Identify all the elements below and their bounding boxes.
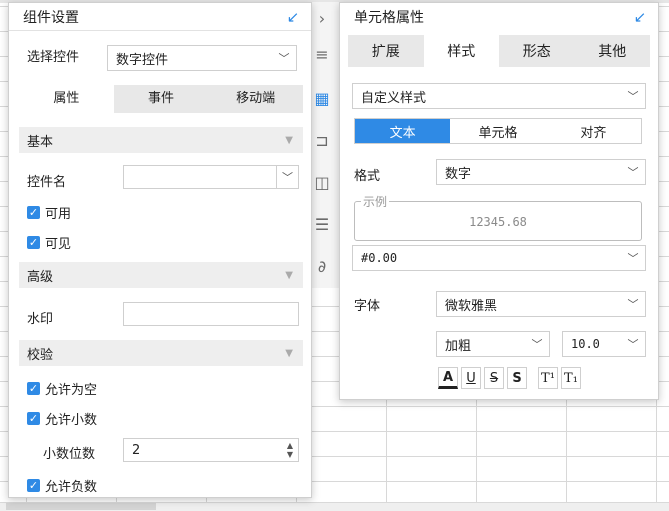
chevron-down-icon: ﹀ xyxy=(531,338,543,351)
superscript-button[interactable]: T¹ xyxy=(538,367,558,389)
check-allow-decimal[interactable]: ✓ 允许小数 xyxy=(27,409,97,428)
link-icon[interactable]: ∂ xyxy=(311,256,333,278)
widget-settings-title: 组件设置 xyxy=(23,9,79,26)
collapse-arrow-icon[interactable]: › xyxy=(311,8,333,30)
collapse-icon[interactable]: ↙ xyxy=(632,9,648,25)
chevron-down-icon: ﹀ xyxy=(627,338,639,351)
tab-mobile[interactable]: 移动端 xyxy=(208,85,303,113)
segment-text[interactable]: 文本 xyxy=(355,119,451,143)
font-size-select[interactable]: 10.0 ﹀ xyxy=(562,331,646,357)
select-widget-label: 选择控件 xyxy=(27,50,80,65)
strikethrough-button[interactable]: S xyxy=(484,367,504,389)
cell-properties-title: 单元格属性 xyxy=(354,10,424,26)
checkbox-checked-icon[interactable]: ✓ xyxy=(27,206,40,219)
check-allow-negative[interactable]: ✓ 允许负数 xyxy=(27,476,97,495)
border-icon[interactable]: ⊐ xyxy=(311,130,333,152)
decimal-places-input[interactable]: 2 ▲ ▼ xyxy=(123,438,299,462)
check-allow-empty-label: 允许为空 xyxy=(45,383,98,398)
cell-tabs: 扩展 样式 形态 其他 xyxy=(348,35,650,67)
expand-triangle-icon: ▼ xyxy=(285,347,293,359)
spinner-icon[interactable]: ▲ ▼ xyxy=(282,439,298,461)
watermark-input[interactable] xyxy=(123,302,299,326)
underline-button[interactable]: U xyxy=(461,367,481,389)
expand-triangle-icon: ▼ xyxy=(285,269,293,281)
format-select-value: 数字 xyxy=(445,166,472,182)
example-legend: 示例 xyxy=(361,193,390,210)
format-label: 格式 xyxy=(354,169,381,184)
check-allow-negative-label: 允许负数 xyxy=(45,480,98,495)
section-basic[interactable]: 基本 ▼ xyxy=(19,127,303,153)
tab-shape[interactable]: 形态 xyxy=(499,35,575,67)
checkbox-checked-icon[interactable]: ✓ xyxy=(27,382,40,395)
shadow-button[interactable]: S xyxy=(507,367,527,389)
designer-stage: › ≡ ▦ ⊐ ◫ ☰ ∂ 组件设置 ↙ 选择控件 数字控件 ﹀ 属性 事件 移… xyxy=(0,0,669,511)
section-basic-title: 基本 xyxy=(27,134,54,150)
pattern-select-value: #0.00 xyxy=(361,251,398,265)
check-allow-decimal-label: 允许小数 xyxy=(45,413,98,428)
chevron-down-icon: ﹀ xyxy=(278,52,290,65)
decimal-places-label: 小数位数 xyxy=(43,447,96,462)
font-size-value: 10.0 xyxy=(571,337,600,351)
list-icon[interactable]: ☰ xyxy=(311,214,333,236)
format-select[interactable]: 数字 ﹀ xyxy=(436,159,646,185)
segment-cell[interactable]: 单元格 xyxy=(450,119,546,143)
style-select[interactable]: 自定义样式 ﹀ xyxy=(352,83,646,109)
expand-triangle-icon: ▼ xyxy=(285,134,293,146)
chevron-down-icon: ﹀ xyxy=(627,252,639,265)
widget-name-label: 控件名 xyxy=(27,175,67,190)
chevron-down-icon[interactable]: ﹀ xyxy=(276,166,298,188)
horizontal-scrollbar-thumb[interactable] xyxy=(6,503,156,510)
font-select-value: 微软雅黑 xyxy=(445,298,498,314)
check-enabled[interactable]: ✓ 可用 xyxy=(27,203,71,222)
tab-style[interactable]: 样式 xyxy=(423,35,499,67)
chevron-down-icon: ﹀ xyxy=(627,166,639,179)
frame-icon[interactable]: ◫ xyxy=(311,172,333,194)
tab-other[interactable]: 其他 xyxy=(575,35,651,67)
checkbox-checked-icon[interactable]: ✓ xyxy=(27,236,40,249)
style-segments: 文本 单元格 对齐 xyxy=(354,118,642,144)
cell-properties-panel: 单元格属性 ↙ 扩展 样式 形态 其他 自定义样式 ﹀ 文本 单元格 对齐 格式… xyxy=(339,2,659,400)
tab-expand[interactable]: 扩展 xyxy=(348,35,424,67)
tab-properties[interactable]: 属性 xyxy=(19,85,114,113)
font-weight-select[interactable]: 加粗 ﹀ xyxy=(436,331,550,357)
select-widget-value: 数字控件 xyxy=(116,52,169,68)
chevron-down-icon: ﹀ xyxy=(627,90,639,103)
segment-align[interactable]: 对齐 xyxy=(545,119,641,143)
layout-icon[interactable]: ≡ xyxy=(311,44,333,66)
font-select[interactable]: 微软雅黑 ﹀ xyxy=(436,291,646,317)
collapse-icon[interactable]: ↙ xyxy=(285,9,301,25)
watermark-label: 水印 xyxy=(27,312,54,327)
checkbox-checked-icon[interactable]: ✓ xyxy=(27,412,40,425)
style-select-value: 自定义样式 xyxy=(361,90,427,106)
checkbox-checked-icon[interactable]: ✓ xyxy=(27,479,40,492)
section-advanced[interactable]: 高级 ▼ xyxy=(19,262,303,288)
font-label: 字体 xyxy=(354,299,381,314)
widget-settings-header: 组件设置 ↙ xyxy=(9,3,311,31)
section-validation-title: 校验 xyxy=(27,347,54,363)
select-widget-row: 选择控件 xyxy=(27,46,79,65)
font-weight-value: 加粗 xyxy=(445,338,472,354)
check-visible[interactable]: ✓ 可见 xyxy=(27,233,71,252)
check-allow-empty[interactable]: ✓ 允许为空 xyxy=(27,379,97,398)
cell-style-icon[interactable]: ▦ xyxy=(311,88,333,110)
subscript-button[interactable]: T₁ xyxy=(561,367,581,389)
tab-events[interactable]: 事件 xyxy=(114,85,209,113)
section-advanced-title: 高级 xyxy=(27,269,54,285)
section-validation[interactable]: 校验 ▼ xyxy=(19,340,303,366)
check-enabled-label: 可用 xyxy=(45,207,72,222)
widget-name-input[interactable]: ﹀ xyxy=(123,165,299,189)
check-visible-label: 可见 xyxy=(45,237,72,252)
select-widget-dropdown[interactable]: 数字控件 ﹀ xyxy=(107,45,297,71)
cell-properties-header: 单元格属性 ↙ xyxy=(340,3,658,31)
widget-settings-panel: 组件设置 ↙ 选择控件 数字控件 ﹀ 属性 事件 移动端 基本 ▼ 控件名 ﹀ … xyxy=(8,2,312,498)
widget-tabs: 属性 事件 移动端 xyxy=(19,85,303,113)
decimal-places-value: 2 xyxy=(132,442,141,458)
text-format-buttons: A U S S T¹ T₁ xyxy=(438,367,584,389)
chevron-down-icon: ﹀ xyxy=(627,298,639,311)
example-value: 12345.68 xyxy=(469,215,527,229)
font-color-button[interactable]: A xyxy=(438,367,458,389)
pattern-select[interactable]: #0.00 ﹀ xyxy=(352,245,646,271)
example-box: 示例 12345.68 xyxy=(354,193,642,241)
